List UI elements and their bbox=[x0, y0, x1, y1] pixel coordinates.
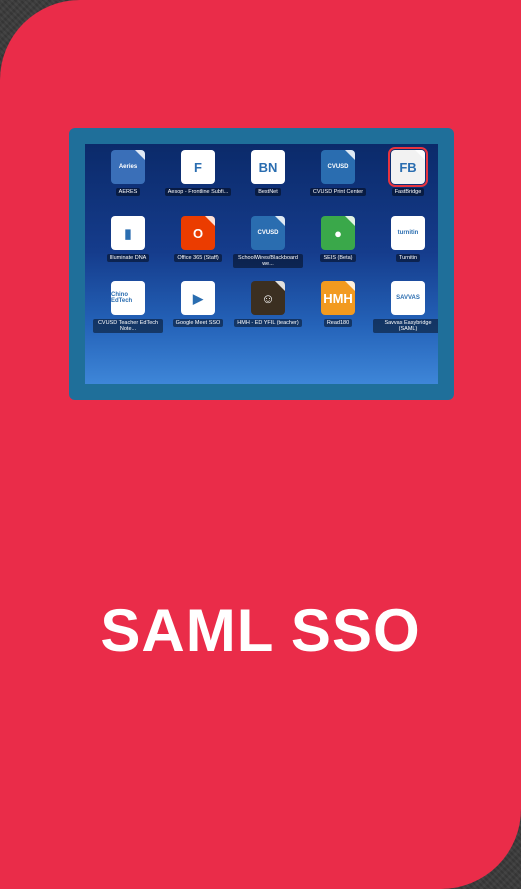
shortcut-corner-icon bbox=[205, 150, 215, 160]
app-icon-glyph: ▮ bbox=[124, 225, 132, 241]
app-tile[interactable]: BN BestNet bbox=[233, 150, 303, 206]
app-icon-glyph: turnitin bbox=[397, 230, 419, 236]
app-tile[interactable]: O Office 365 (Staff) bbox=[163, 216, 233, 272]
app-label: CVUSD Teacher EdTech Note... bbox=[93, 319, 163, 333]
app-icon-glyph: HMH bbox=[323, 290, 353, 306]
cvusd-print-icon[interactable]: CVUSD bbox=[321, 150, 355, 184]
hmh-central-icon[interactable]: HMH bbox=[321, 281, 355, 315]
app-label: Illuminate DNA bbox=[106, 254, 150, 262]
app-tile[interactable]: Aeries AERES bbox=[93, 150, 163, 206]
app-label: HMH - ED YFIL (teacher) bbox=[234, 319, 302, 327]
app-label: Google Meet SSO bbox=[172, 319, 224, 327]
app-icon-glyph: FB bbox=[399, 159, 417, 175]
app-label: Turnitin bbox=[395, 254, 421, 262]
app-icon-glyph: Chino EdTech bbox=[111, 292, 133, 304]
shortcut-corner-icon bbox=[135, 216, 145, 226]
app-tile[interactable]: CVUSD CVUSD Print Center bbox=[303, 150, 373, 206]
turnitin-icon[interactable]: turnitin bbox=[391, 216, 425, 250]
app-icon-glyph: ▶ bbox=[193, 290, 203, 306]
shortcut-corner-icon bbox=[415, 281, 425, 291]
app-label: SchoolWires/Blackboard we... bbox=[233, 254, 303, 268]
office365-icon[interactable]: O bbox=[181, 216, 215, 250]
app-icon-glyph: F bbox=[194, 159, 202, 175]
illuminate-icon[interactable]: ▮ bbox=[111, 216, 145, 250]
frontline-icon[interactable]: F bbox=[181, 150, 215, 184]
screenshot-frame: Aeries AERES F Aesop - Frontline Subfi... BN… bbox=[69, 128, 454, 400]
fastbridge-icon[interactable]: FB bbox=[388, 147, 428, 187]
shortcut-corner-icon bbox=[275, 281, 285, 291]
app-grid: Aeries AERES F Aesop - Frontline Subfi... BN… bbox=[85, 144, 438, 384]
google-meet-icon[interactable]: ▶ bbox=[181, 281, 215, 315]
shortcut-corner-icon bbox=[205, 216, 215, 226]
schoolwires-icon[interactable]: CVUSD bbox=[251, 216, 285, 250]
app-label: AERES bbox=[115, 188, 141, 196]
shortcut-corner-icon bbox=[415, 216, 425, 226]
hmh-ed-icon[interactable]: ☺ bbox=[251, 281, 285, 315]
app-icon-glyph: CVUSD bbox=[257, 230, 279, 236]
app-tile[interactable]: ▶ Google Meet SSO bbox=[163, 281, 233, 337]
app-label: Read180 bbox=[323, 319, 353, 327]
app-tile[interactable]: F Aesop - Frontline Subfi... bbox=[163, 150, 233, 206]
promo-card: Aeries AERES F Aesop - Frontline Subfi... BN… bbox=[0, 0, 521, 889]
app-tile[interactable]: turnitin Turnitin bbox=[373, 216, 438, 272]
app-tile[interactable]: CVUSD SchoolWires/Blackboard we... bbox=[233, 216, 303, 272]
app-tile[interactable]: SAVVAS Savvas Easybridge (SAML) bbox=[373, 281, 438, 337]
app-label: Savvas Easybridge (SAML) bbox=[373, 319, 438, 333]
app-label: CVUSD Print Center bbox=[309, 188, 367, 196]
savvas-icon[interactable]: SAVVAS bbox=[391, 281, 425, 315]
app-launcher-screen: Aeries AERES F Aesop - Frontline Subfi... BN… bbox=[85, 144, 438, 384]
seis-icon[interactable]: ● bbox=[321, 216, 355, 250]
app-icon-glyph: ☺ bbox=[261, 290, 275, 306]
shortcut-corner-icon bbox=[135, 150, 145, 160]
app-icon-glyph: SAVVAS bbox=[396, 295, 420, 301]
app-icon-glyph: Aeries bbox=[118, 164, 138, 170]
shortcut-corner-icon bbox=[135, 281, 145, 291]
bestnet-icon[interactable]: BN bbox=[251, 150, 285, 184]
app-label: FastBridge bbox=[391, 188, 425, 196]
shortcut-corner-icon bbox=[345, 281, 355, 291]
app-tile[interactable]: Chino EdTech CVUSD Teacher EdTech Note... bbox=[93, 281, 163, 337]
app-label: SEIS (Beta) bbox=[320, 254, 356, 262]
app-icon-glyph: CVUSD bbox=[327, 164, 349, 170]
shortcut-corner-icon bbox=[275, 150, 285, 160]
chino-edtech-icon[interactable]: Chino EdTech bbox=[111, 281, 145, 315]
app-label: Office 365 (Staff) bbox=[174, 254, 222, 262]
page-title: SAML SSO bbox=[100, 597, 421, 664]
app-label: Aesop - Frontline Subfi... bbox=[164, 188, 232, 196]
aeries-icon[interactable]: Aeries bbox=[111, 150, 145, 184]
shortcut-corner-icon bbox=[205, 281, 215, 291]
app-tile[interactable]: ☺ HMH - ED YFIL (teacher) bbox=[233, 281, 303, 337]
app-tile[interactable]: FB FastBridge bbox=[373, 147, 438, 206]
shortcut-corner-icon bbox=[415, 150, 425, 160]
app-icon-glyph: O bbox=[192, 225, 204, 241]
shortcut-corner-icon bbox=[275, 216, 285, 226]
app-label: BestNet bbox=[255, 188, 281, 196]
app-tile[interactable]: HMH Read180 bbox=[303, 281, 373, 337]
app-icon-glyph: BN bbox=[258, 159, 278, 175]
shortcut-corner-icon bbox=[345, 150, 355, 160]
shortcut-corner-icon bbox=[345, 216, 355, 226]
app-icon-glyph: ● bbox=[334, 225, 342, 241]
app-tile[interactable]: ● SEIS (Beta) bbox=[303, 216, 373, 272]
app-tile[interactable]: ▮ Illuminate DNA bbox=[93, 216, 163, 272]
